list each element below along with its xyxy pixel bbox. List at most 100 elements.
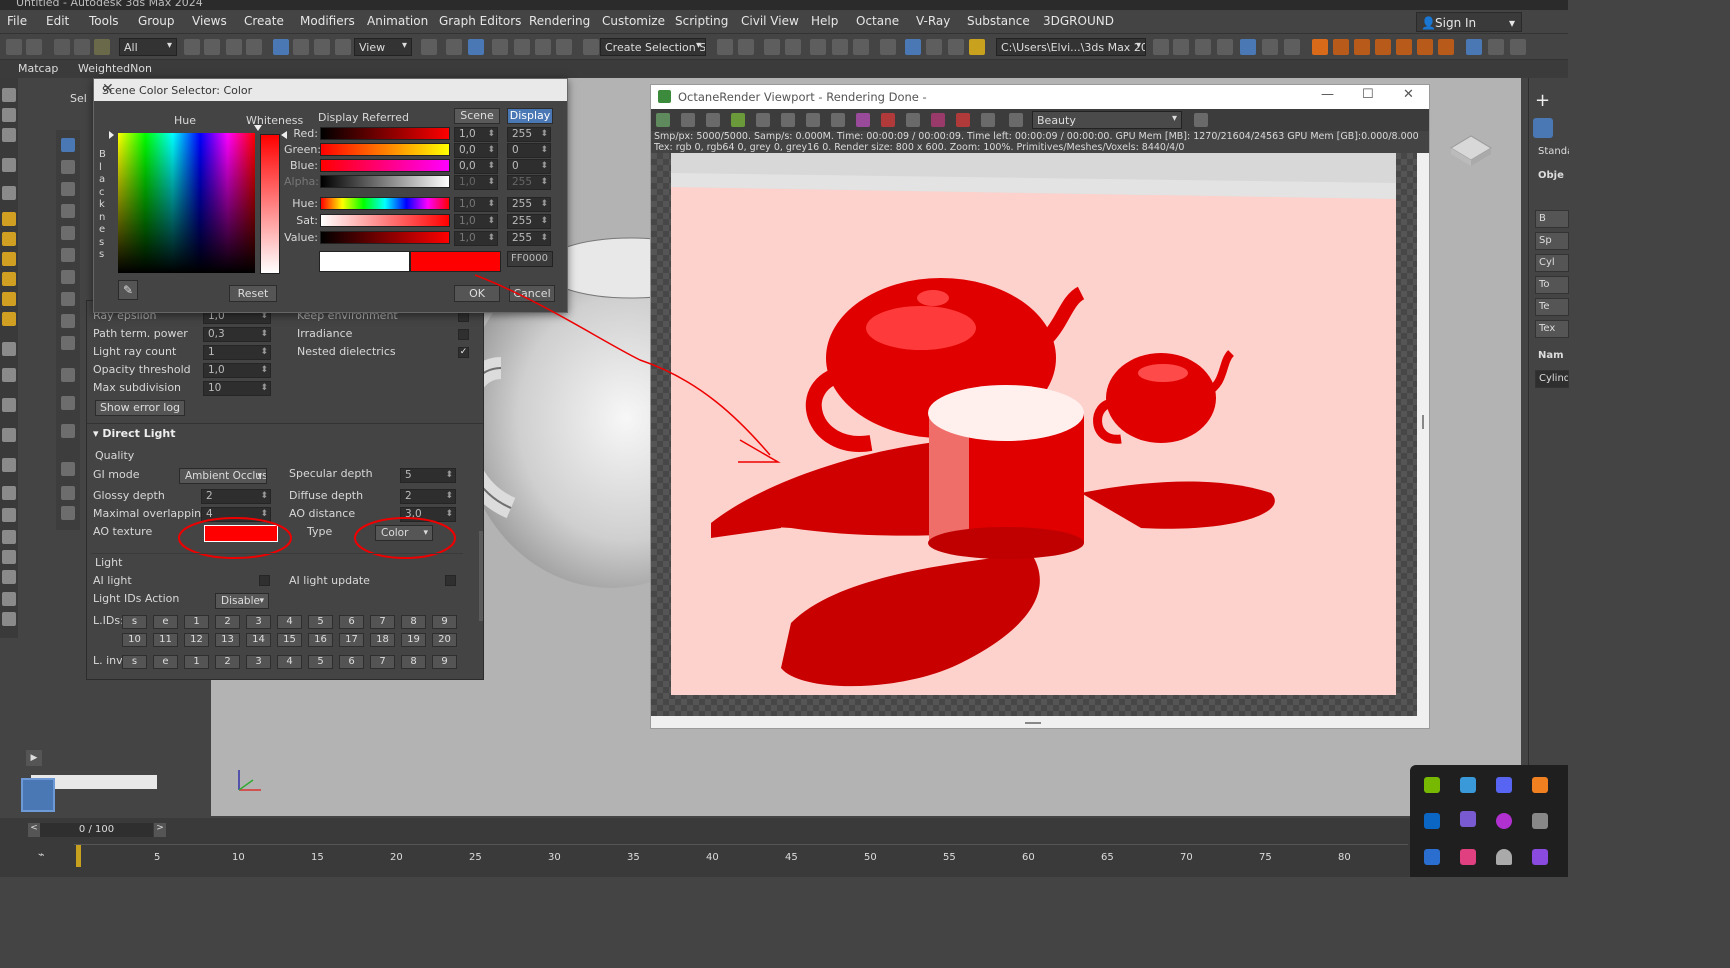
glossy-depth-spinner[interactable]: 2 (201, 489, 271, 504)
light-id-button[interactable]: s (122, 615, 147, 629)
material-picker-icon[interactable] (931, 113, 945, 127)
light-id-button[interactable]: 10 (122, 633, 147, 647)
tool-icon[interactable] (2, 458, 16, 472)
light-id-button[interactable]: 2 (215, 615, 240, 629)
time-cursor[interactable] (76, 845, 81, 867)
light-inv-button[interactable]: 8 (401, 655, 426, 669)
teapot-button[interactable]: Te (1535, 298, 1569, 316)
menu-file[interactable]: File (7, 14, 27, 28)
placement-icon[interactable] (335, 39, 351, 55)
light-ray-count-spinner[interactable]: 1 (203, 345, 271, 360)
nvidia-icon[interactable] (1424, 777, 1440, 793)
sat-float-spinner[interactable]: 1,0 (454, 214, 498, 229)
blue-slider[interactable] (320, 159, 450, 172)
list-tool-icon[interactable] (1438, 39, 1454, 55)
fp-icon[interactable] (1312, 39, 1328, 55)
viewport-layout-icon[interactable] (21, 778, 55, 812)
object-picker-icon[interactable] (956, 113, 970, 127)
move-icon[interactable] (273, 39, 289, 55)
light-icon[interactable] (2, 212, 16, 226)
light-inv-button[interactable]: 3 (246, 655, 271, 669)
path-term-power-spinner[interactable]: 0,3 (203, 327, 271, 342)
tool-icon[interactable] (2, 612, 16, 626)
named-selection-dropdown[interactable]: Create Selection Se (600, 38, 706, 56)
link-icon[interactable] (54, 39, 70, 55)
box-button[interactable]: B (1535, 210, 1569, 228)
sphere-button[interactable]: Sp (1535, 232, 1569, 250)
ai-light-checkbox[interactable] (259, 575, 270, 586)
geometry-icon[interactable] (1533, 118, 1553, 138)
tool-icon[interactable] (2, 368, 16, 382)
display-tab[interactable]: Display (507, 108, 553, 124)
light-inv-button[interactable]: 2 (215, 655, 240, 669)
red-float-spinner[interactable]: 1,0 (454, 127, 498, 142)
redo-icon[interactable] (26, 39, 42, 55)
menu-group[interactable]: Group (138, 14, 175, 28)
value-int-spinner[interactable]: 255 (507, 231, 551, 246)
saturation-slider[interactable] (320, 214, 450, 227)
irradiance-checkbox[interactable] (458, 329, 469, 340)
grid-tool-icon[interactable] (1417, 39, 1433, 55)
gi-mode-dropdown[interactable]: Ambient Occlusi (179, 468, 267, 484)
render-vertical-scrollbar[interactable] (1417, 153, 1429, 716)
cancel-button[interactable]: Cancel (509, 285, 555, 302)
tool-icon[interactable] (2, 550, 16, 564)
filter-icon[interactable] (61, 462, 75, 476)
tab-weightednon[interactable]: WeightedNon (78, 62, 152, 75)
light-inv-button[interactable]: 1 (184, 655, 209, 669)
current-color-swatch[interactable] (410, 251, 501, 272)
app-icon[interactable] (1460, 777, 1476, 793)
refresh-icon[interactable] (806, 113, 820, 127)
light-id-button[interactable]: 8 (401, 615, 426, 629)
light-inv-button[interactable]: e (153, 655, 178, 669)
nested-dielectrics-checkbox[interactable]: ✓ (458, 347, 469, 358)
tool-icon[interactable] (2, 158, 16, 172)
blue-int-spinner[interactable]: 0 (507, 159, 551, 174)
textplus-button[interactable]: Tex (1535, 320, 1569, 338)
time-ruler[interactable]: 5 10 15 20 25 30 35 40 45 50 55 60 65 70… (74, 844, 1408, 868)
menu-create[interactable]: Create (244, 14, 284, 28)
display-icon[interactable] (906, 113, 920, 127)
blue-float-spinner[interactable]: 0,0 (454, 159, 498, 174)
panel-scrollbar[interactable] (479, 531, 483, 621)
pause-icon[interactable] (781, 113, 795, 127)
close-icon[interactable]: ✕ (102, 81, 559, 97)
light-icon[interactable] (2, 272, 16, 286)
expand-icon[interactable]: ▶ (26, 750, 42, 766)
minimize-icon[interactable]: — (1321, 87, 1334, 102)
light-id-button[interactable]: 18 (370, 633, 395, 647)
tool-icon[interactable] (2, 342, 16, 356)
edit-named-selection-icon[interactable] (583, 39, 599, 55)
light-ids-action-dropdown[interactable]: Disable (215, 593, 269, 609)
unlink-icon[interactable] (74, 39, 90, 55)
light-id-button[interactable]: 20 (432, 633, 457, 647)
ai-light-update-checkbox[interactable] (445, 575, 456, 586)
render-canvas[interactable] (651, 153, 1417, 716)
previous-color-swatch[interactable] (319, 251, 410, 272)
sun-icon[interactable] (2, 312, 16, 326)
light-id-button[interactable]: 14 (246, 633, 271, 647)
whiteness-slider[interactable] (260, 134, 280, 274)
menu-civil-view[interactable]: Civil View (741, 14, 799, 28)
light-inv-button[interactable]: 6 (339, 655, 364, 669)
f-tool-icon-2[interactable] (1354, 39, 1370, 55)
category-icon[interactable] (61, 160, 75, 174)
panel-icon[interactable] (1510, 39, 1526, 55)
f-tool-icon-3[interactable] (1375, 39, 1391, 55)
render-pass-dropdown[interactable]: Beauty (1032, 111, 1182, 129)
light-id-button[interactable]: 7 (370, 615, 395, 629)
tool-icon[interactable] (2, 592, 16, 606)
tool-icon[interactable] (2, 428, 16, 442)
red-int-spinner[interactable]: 255 (507, 127, 551, 142)
color-picker-icon[interactable] (856, 113, 870, 127)
tool-icon[interactable] (2, 186, 16, 200)
light-inv-button[interactable]: 4 (277, 655, 302, 669)
region-render-icon[interactable] (881, 113, 895, 127)
hue-marker-icon[interactable] (254, 125, 262, 131)
select-object-icon[interactable] (184, 39, 200, 55)
scroll-grip[interactable] (1025, 722, 1041, 724)
tool-icon[interactable] (2, 128, 16, 142)
rect-select-icon[interactable] (226, 39, 242, 55)
name-color-rollout[interactable]: Nam (1535, 348, 1569, 366)
category-icon[interactable] (61, 248, 75, 262)
